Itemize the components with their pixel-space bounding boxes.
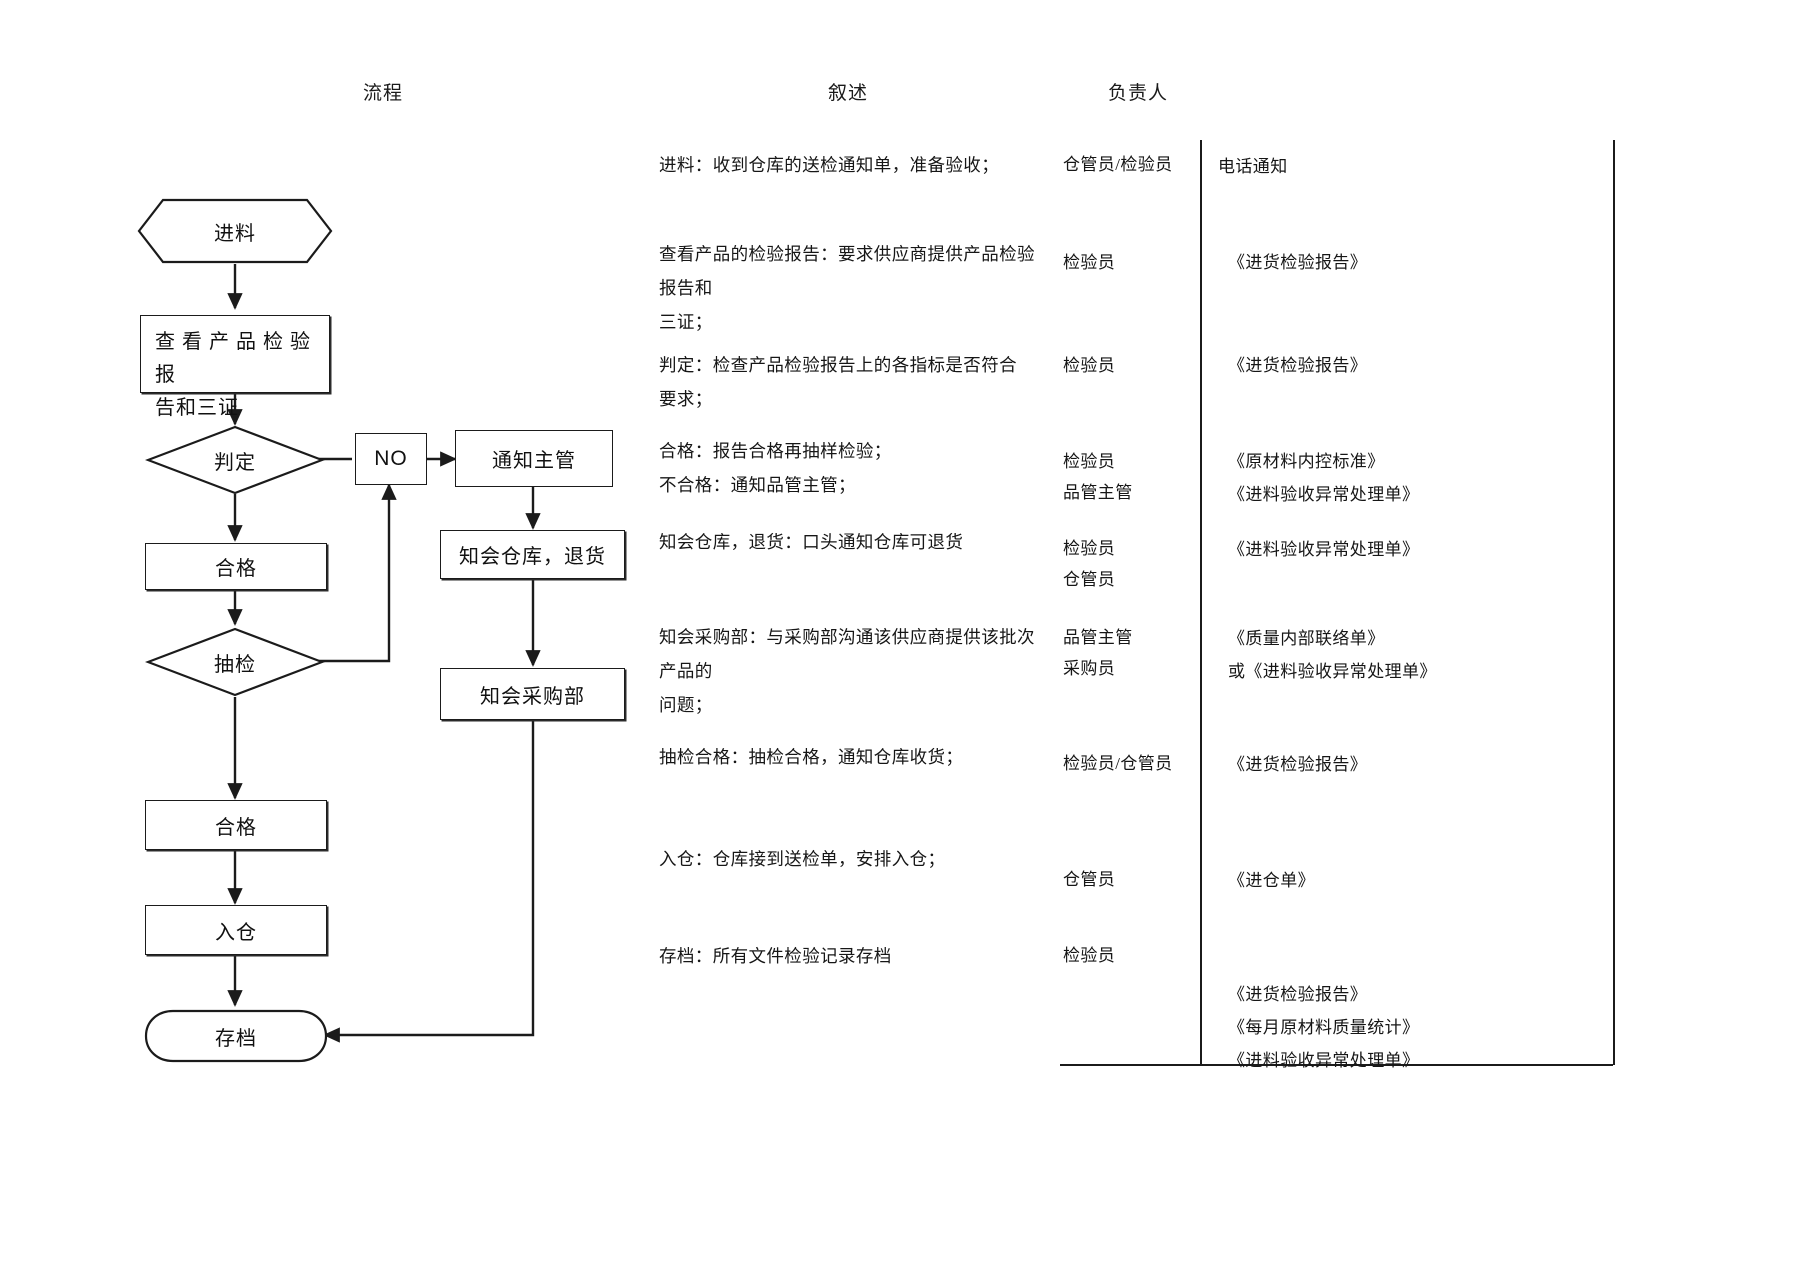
flow-node-no-label: NO — [374, 447, 408, 470]
flow-node-archive-label: 存档 — [215, 1027, 257, 1050]
column-header-owner: 负责人 — [1108, 83, 1169, 104]
owner-cell-4: 检验员 品管主管 — [1063, 452, 1133, 502]
flow-node-archive[interactable]: 存档 — [143, 1008, 329, 1064]
owner-cell-6: 品管主管 采购员 — [1063, 628, 1133, 678]
document-cell-5: 《进料验收异常处理单》 — [1228, 540, 1420, 559]
flow-node-qualified-2-label: 合格 — [215, 816, 257, 839]
owner-cell-1: 仓管员/检验员 — [1063, 155, 1173, 174]
flow-node-sampling[interactable]: 抽检 — [145, 626, 325, 698]
description-cell-7: 抽检合格：抽检合格，通知仓库收货； — [659, 747, 964, 767]
owner-cell-3: 检验员 — [1063, 356, 1116, 375]
flow-node-judge-label: 判定 — [214, 451, 256, 474]
column-header-description: 叙述 — [828, 83, 869, 104]
description-cell-3: 判定：检查产品检验报告上的各指标是否符合 要求； — [659, 355, 1017, 409]
document-cell-3: 《进货检验报告》 — [1228, 356, 1368, 375]
document-cell-1: 电话通知 — [1218, 157, 1288, 176]
owner-cell-9: 检验员 — [1063, 946, 1116, 965]
flow-node-judge[interactable]: 判定 — [145, 424, 325, 496]
flow-node-inform-warehouse[interactable]: 知会仓库，退货 — [440, 530, 625, 579]
owner-cell-5: 检验员 仓管员 — [1063, 539, 1116, 589]
column-header-flow: 流程 — [363, 83, 404, 104]
description-cell-4: 合格：报告合格再抽样检验； 不合格：通知品管主管； — [659, 441, 892, 495]
flow-node-inform-purchasing-label: 知会采购部 — [480, 685, 585, 708]
document-cell-2: 《进货检验报告》 — [1228, 253, 1368, 272]
flow-node-warehouse-in-label: 入仓 — [215, 921, 257, 944]
description-cell-5: 知会仓库，退货：口头通知仓库可退货 — [659, 532, 964, 552]
description-cell-2: 查看产品的检验报告：要求供应商提供产品检验报告和 三证； — [659, 244, 1035, 332]
flow-node-warehouse-in[interactable]: 入仓 — [145, 905, 327, 955]
owner-cell-7: 检验员/仓管员 — [1063, 754, 1173, 773]
description-cell-6: 知会采购部：与采购部沟通该供应商提供该批次产品的 问题； — [659, 627, 1035, 715]
document-cell-4: 《原材料内控标准》 《进料验收异常处理单》 — [1228, 452, 1420, 504]
flow-node-qualified-1-label: 合格 — [215, 558, 257, 580]
description-cell-9: 存档：所有文件检验记录存档 — [659, 946, 892, 966]
document-cell-9: 《进货检验报告》 《每月原材料质量统计》 《进料验收异常处理单》 — [1228, 985, 1420, 1070]
flow-node-notify-supervisor-label: 通知主管 — [492, 450, 576, 472]
flow-node-check-report-label: 查 看 产 品 检 验 报 告和三证 — [155, 331, 311, 419]
owner-cell-8: 仓管员 — [1063, 870, 1116, 889]
document-cell-7: 《进货检验报告》 — [1228, 755, 1368, 774]
flowchart-page: 流程 叙述 负责人 进料 查 看 产 品 检 验 报 告和三证 判定 NO 通知… — [0, 0, 1804, 1274]
table-divider-right-edge — [1613, 140, 1615, 1065]
owner-cell-2: 检验员 — [1063, 253, 1116, 272]
flow-node-no[interactable]: NO — [355, 433, 427, 485]
flow-node-start-label: 进料 — [214, 222, 256, 245]
flow-node-sampling-label: 抽检 — [214, 653, 256, 676]
table-divider-owner-documents — [1200, 140, 1202, 1065]
flow-node-start[interactable]: 进料 — [135, 196, 335, 266]
flow-node-qualified-2[interactable]: 合格 — [145, 800, 327, 850]
document-cell-8: 《进仓单》 — [1228, 871, 1315, 890]
flow-node-inform-purchasing[interactable]: 知会采购部 — [440, 668, 625, 720]
description-cell-1: 进料：收到仓库的送检通知单，准备验收； — [659, 155, 1000, 175]
flow-node-inform-warehouse-label: 知会仓库，退货 — [459, 546, 606, 568]
flow-node-check-report[interactable]: 查 看 产 品 检 验 报 告和三证 — [140, 315, 330, 419]
description-cell-8: 入仓：仓库接到送检单，安排入仓； — [659, 849, 946, 869]
flow-node-notify-supervisor[interactable]: 通知主管 — [455, 430, 613, 487]
document-cell-6: 《质量内部联络单》 或《进料验收异常处理单》 — [1228, 629, 1437, 681]
flow-node-qualified-1[interactable]: 合格 — [145, 543, 327, 590]
